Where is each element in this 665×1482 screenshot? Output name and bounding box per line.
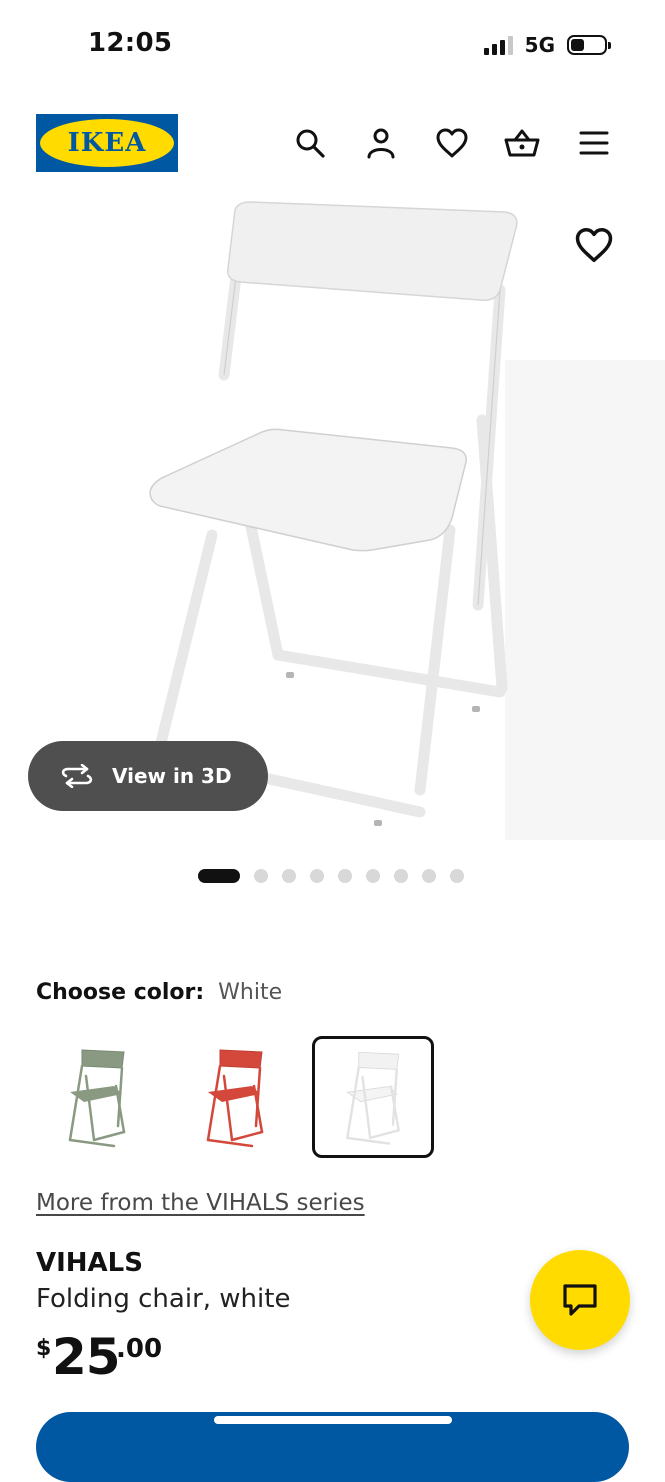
favorites-icon[interactable] — [433, 124, 471, 162]
status-indicators: 5G — [483, 31, 611, 59]
chair-thumbnail-green — [68, 1049, 126, 1148]
price-integer: 25 — [52, 1328, 121, 1386]
color-swatch-red[interactable] — [174, 1036, 296, 1158]
search-icon[interactable] — [291, 124, 329, 162]
status-time: 12:05 — [88, 28, 173, 58]
color-swatch-green[interactable] — [36, 1036, 158, 1158]
chat-button[interactable] — [530, 1250, 630, 1350]
account-icon[interactable] — [362, 124, 400, 162]
chat-icon — [563, 1284, 597, 1316]
home-indicator — [214, 1416, 452, 1424]
carousel-pagination — [198, 868, 464, 884]
menu-icon[interactable] — [575, 124, 613, 162]
carousel-dot[interactable] — [282, 869, 296, 883]
view-in-3d-label: View in 3D — [112, 764, 232, 788]
selected-color-value: White — [218, 980, 283, 1005]
carousel-dot[interactable] — [422, 869, 436, 883]
carousel-dot[interactable] — [198, 869, 240, 883]
series-link[interactable]: More from the VIHALS series — [36, 1190, 365, 1216]
price-decimal: .00 — [116, 1334, 163, 1364]
chair-thumbnail-white — [346, 1051, 400, 1145]
carousel-dot[interactable] — [338, 869, 352, 883]
color-swatch-white[interactable] — [312, 1036, 434, 1158]
view-in-3d-button[interactable]: View in 3D — [28, 741, 268, 811]
carousel-dot[interactable] — [366, 869, 380, 883]
ikea-logo[interactable]: IKEA — [36, 114, 178, 172]
chair-thumbnail-red — [206, 1049, 264, 1148]
product-favorite-icon[interactable] — [574, 226, 614, 266]
rotate-3d-icon — [61, 764, 93, 788]
color-picker-label: Choose color: White — [36, 980, 282, 1005]
carousel-dot[interactable] — [254, 869, 268, 883]
product-name: VIHALS — [36, 1248, 143, 1278]
product-description: Folding chair, white — [36, 1284, 291, 1314]
carousel-dot[interactable] — [310, 869, 324, 883]
battery-icon — [567, 35, 611, 55]
status-bar: 12:05 5G — [0, 0, 665, 90]
signal-icon — [483, 35, 513, 55]
price-currency: $ — [36, 1336, 52, 1361]
choose-color-label: Choose color: — [36, 980, 205, 1005]
cart-icon[interactable] — [503, 124, 541, 162]
carousel-dot[interactable] — [450, 869, 464, 883]
carousel-dot[interactable] — [394, 869, 408, 883]
app-header: IKEA — [0, 100, 665, 186]
product-image-carousel[interactable]: View in 3D — [0, 200, 665, 840]
network-type: 5G — [524, 33, 555, 57]
logo-wordmark: IKEA — [67, 128, 147, 158]
